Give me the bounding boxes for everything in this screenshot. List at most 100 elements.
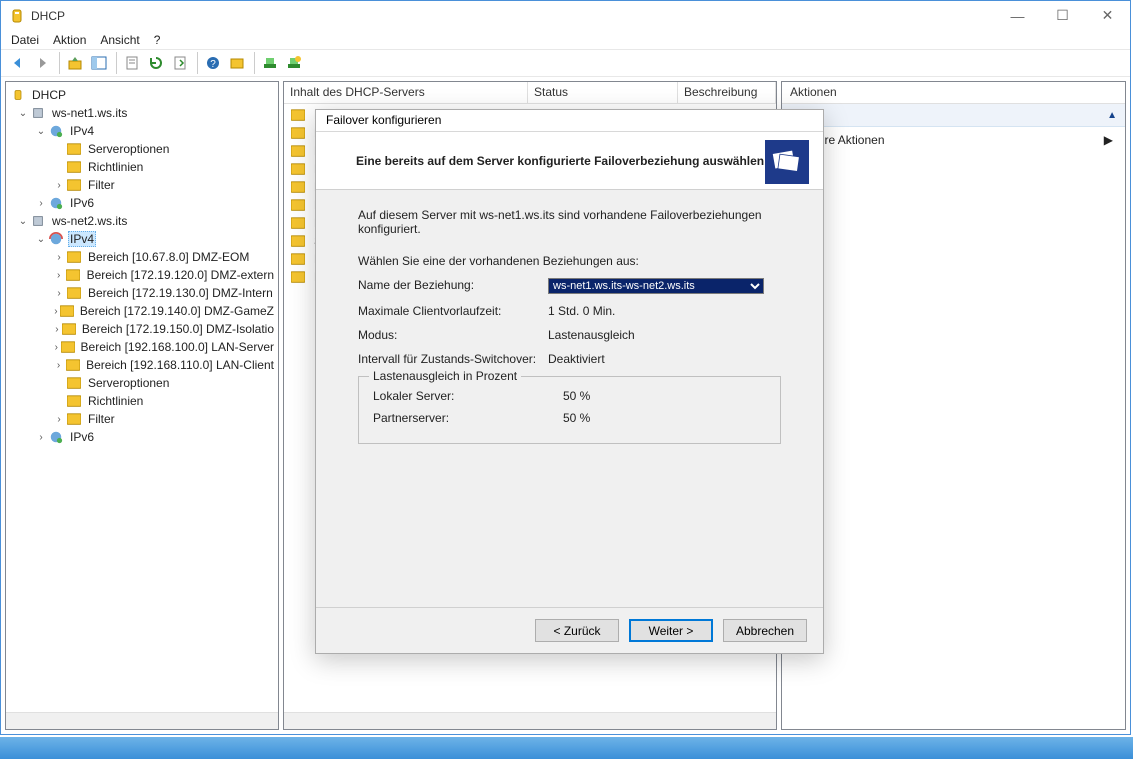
failover-dialog: Failover konfigurieren Eine bereits auf … bbox=[315, 109, 824, 654]
expand-icon[interactable]: › bbox=[52, 324, 62, 335]
folder-icon bbox=[290, 233, 306, 249]
expand-icon[interactable]: › bbox=[52, 252, 66, 263]
actions-pane: Aktionen IPv4 ▲ Weitere Aktionen ▶ bbox=[781, 81, 1126, 730]
tree-s1-filter[interactable]: › Filter bbox=[8, 176, 276, 194]
next-button[interactable]: Weiter > bbox=[629, 619, 713, 642]
actions-header: Aktionen bbox=[782, 82, 1125, 104]
dialog-banner: Eine bereits auf dem Server konfiguriert… bbox=[316, 132, 823, 190]
new-scope-button[interactable] bbox=[226, 52, 248, 74]
menu-help[interactable]: ? bbox=[154, 33, 161, 47]
tree-scope[interactable]: ›Bereich [172.19.150.0] DMZ-Isolatio bbox=[8, 320, 276, 338]
cancel-button[interactable]: Abbrechen bbox=[723, 619, 807, 642]
expand-icon[interactable]: › bbox=[52, 288, 66, 299]
dialog-banner-text: Eine bereits auf dem Server konfiguriert… bbox=[356, 154, 764, 168]
dialog-title: Failover konfigurieren bbox=[316, 110, 823, 132]
expand-icon[interactable]: ⌄ bbox=[16, 216, 30, 227]
back-button[interactable]: < Zurück bbox=[535, 619, 619, 642]
tree-server1[interactable]: ⌄ ws-net1.ws.its bbox=[8, 104, 276, 122]
ipv4-icon bbox=[48, 231, 64, 247]
dialog-select-prompt: Wählen Sie eine der vorhandenen Beziehun… bbox=[358, 254, 781, 268]
tree-scope[interactable]: ›Bereich [172.19.120.0] DMZ-extern bbox=[8, 266, 276, 284]
tree-scope[interactable]: ›Bereich [172.19.140.0] DMZ-GameZ bbox=[8, 302, 276, 320]
menu-ansicht[interactable]: Ansicht bbox=[100, 33, 139, 47]
forward-button[interactable] bbox=[31, 52, 53, 74]
options-icon bbox=[66, 375, 82, 391]
relation-combo[interactable]: ws-net1.ws.its-ws-net2.ws.its bbox=[548, 278, 764, 294]
back-button[interactable] bbox=[7, 52, 29, 74]
folder-icon bbox=[62, 321, 76, 337]
expand-icon[interactable]: › bbox=[34, 198, 48, 209]
maximize-button[interactable]: ☐ bbox=[1040, 1, 1085, 30]
tree-s1-ipv6[interactable]: › IPv6 bbox=[8, 194, 276, 212]
menu-aktion[interactable]: Aktion bbox=[53, 33, 86, 47]
expand-icon[interactable]: › bbox=[52, 414, 66, 425]
folder-icon bbox=[290, 107, 306, 123]
tree-pane: DHCP ⌄ ws-net1.ws.its ⌄ IPv4 Serveroptio… bbox=[5, 81, 279, 730]
tree-scope[interactable]: ›Bereich [172.19.130.0] DMZ-Intern bbox=[8, 284, 276, 302]
action-more[interactable]: Weitere Aktionen ▶ bbox=[782, 127, 1125, 153]
tree-scope[interactable]: ›Bereich [192.168.100.0] LAN-Server bbox=[8, 338, 276, 356]
tree-s2-ipv6[interactable]: › IPv6 bbox=[8, 428, 276, 446]
actions-group-ipv4[interactable]: IPv4 ▲ bbox=[782, 104, 1125, 127]
tree-server2[interactable]: ⌄ ws-net2.ws.its bbox=[8, 212, 276, 230]
col-inhalt[interactable]: Inhalt des DHCP-Servers bbox=[284, 82, 528, 103]
dialog-body: Auf diesem Server mit ws-net1.ws.its sin… bbox=[316, 190, 823, 607]
label-relation-name: Name der Beziehung: bbox=[358, 278, 548, 294]
minimize-button[interactable]: — bbox=[995, 1, 1040, 30]
export-button[interactable] bbox=[169, 52, 191, 74]
main-window: DHCP — ☐ ✕ Datei Aktion Ansicht ? ? bbox=[0, 0, 1131, 735]
list-scrollbar[interactable] bbox=[284, 712, 776, 729]
tree-s2-filter[interactable]: › Filter bbox=[8, 410, 276, 428]
server-manage-button[interactable] bbox=[283, 52, 305, 74]
refresh-button[interactable] bbox=[145, 52, 167, 74]
expand-icon[interactable]: ⌄ bbox=[34, 234, 48, 245]
show-hide-button[interactable] bbox=[88, 52, 110, 74]
chevron-right-icon: ▶ bbox=[1104, 133, 1113, 147]
loadbalance-group: Lastenausgleich in Prozent Lokaler Serve… bbox=[358, 376, 781, 444]
policies-icon bbox=[66, 393, 82, 409]
tree-s2-serveroptionen[interactable]: Serveroptionen bbox=[8, 374, 276, 392]
expand-icon[interactable]: › bbox=[52, 342, 61, 353]
expand-icon[interactable]: › bbox=[34, 432, 48, 443]
filter-icon bbox=[66, 177, 82, 193]
value-local-server: 50 % bbox=[563, 389, 590, 403]
dhcp-icon bbox=[10, 87, 26, 103]
expand-icon[interactable]: ⌄ bbox=[16, 108, 30, 119]
tree-s1-serveroptionen[interactable]: Serveroptionen bbox=[8, 140, 276, 158]
tree-s1-ipv4[interactable]: ⌄ IPv4 bbox=[8, 122, 276, 140]
value-intervall: Deaktiviert bbox=[548, 352, 781, 366]
properties-button[interactable] bbox=[121, 52, 143, 74]
col-beschreibung[interactable]: Beschreibung bbox=[678, 82, 776, 103]
expand-icon[interactable]: ⌄ bbox=[34, 126, 48, 137]
tree-s1-richtlinien[interactable]: Richtlinien bbox=[8, 158, 276, 176]
tree-scope[interactable]: ›Bereich [10.67.8.0] DMZ-EOM bbox=[8, 248, 276, 266]
collapse-icon[interactable]: ▲ bbox=[1107, 110, 1117, 121]
folder-icon bbox=[66, 285, 82, 301]
taskbar[interactable] bbox=[0, 737, 1133, 759]
titlebar: DHCP — ☐ ✕ bbox=[1, 1, 1130, 30]
up-button[interactable] bbox=[64, 52, 86, 74]
expand-icon[interactable]: › bbox=[52, 360, 65, 371]
tree-root-dhcp[interactable]: DHCP bbox=[8, 86, 276, 104]
tree-s2-ipv4[interactable]: ⌄ IPv4 bbox=[8, 230, 276, 248]
expand-icon[interactable]: › bbox=[52, 180, 66, 191]
close-button[interactable]: ✕ bbox=[1085, 1, 1130, 30]
expand-icon[interactable]: › bbox=[52, 270, 65, 281]
tree-scrollbar[interactable] bbox=[6, 712, 278, 729]
tree-s2-richtlinien[interactable]: Richtlinien bbox=[8, 392, 276, 410]
menu-datei[interactable]: Datei bbox=[11, 33, 39, 47]
folders-icon bbox=[765, 140, 809, 184]
expand-icon[interactable]: › bbox=[52, 306, 60, 317]
col-status[interactable]: Status bbox=[528, 82, 678, 103]
toolbar: ? bbox=[1, 49, 1130, 77]
tree-scope[interactable]: ›Bereich [192.168.110.0] LAN-Client bbox=[8, 356, 276, 374]
ipv4-icon bbox=[48, 123, 64, 139]
server-add-button[interactable] bbox=[259, 52, 281, 74]
folder-icon bbox=[65, 267, 80, 283]
help-button[interactable]: ? bbox=[202, 52, 224, 74]
folder-icon bbox=[60, 303, 74, 319]
folder-icon bbox=[290, 269, 306, 285]
folder-icon bbox=[290, 143, 306, 159]
policies-icon bbox=[66, 159, 82, 175]
dialog-buttons: < Zurück Weiter > Abbrechen bbox=[316, 607, 823, 653]
